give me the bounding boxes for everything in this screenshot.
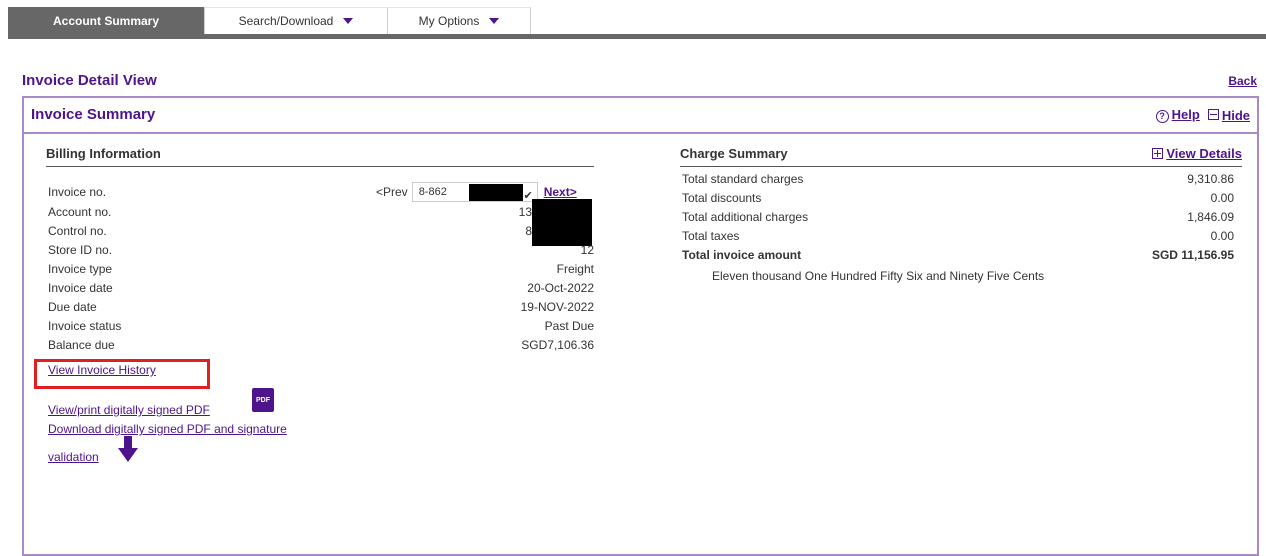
- billing-row-value: 12: [580, 243, 594, 257]
- view-print-pdf-link[interactable]: View/print digitally signed PDF: [48, 403, 210, 417]
- download-pdf-wrapper: Download digitally signed PDF and signat…: [48, 422, 287, 436]
- charge-row-label: Total discounts: [682, 191, 762, 205]
- billing-information-title: Billing Information: [46, 146, 594, 167]
- redaction-box: [532, 199, 592, 223]
- billing-information-section: Billing Information Invoice no. <Prev 8-…: [34, 146, 594, 464]
- billing-row-label: Invoice type: [48, 262, 113, 276]
- invoice-number-row: Invoice no. <Prev 8-862 ✔ Next>: [46, 181, 594, 203]
- billing-row-label: Control no.: [48, 224, 107, 238]
- billing-row-value: 8: [525, 224, 532, 238]
- view-pdf-wrapper: View/print digitally signed PDF: [48, 403, 210, 417]
- prev-invoice-link[interactable]: <Prev: [376, 181, 408, 203]
- caret-down-icon: [489, 18, 500, 24]
- billing-row-invoice-status: Invoice status Past Due: [46, 317, 594, 336]
- top-navigation: Account Summary Search/Download My Optio…: [8, 7, 1266, 39]
- hide-action[interactable]: Hide: [1207, 108, 1250, 123]
- billing-row-label: Store ID no.: [48, 243, 113, 257]
- charge-row-label: Total standard charges: [682, 172, 804, 186]
- page-title: Invoice Detail View: [22, 72, 157, 89]
- charge-row-value: 1,846.09: [1187, 210, 1234, 224]
- view-details-action[interactable]: View Details: [1152, 146, 1242, 161]
- charge-row: Total standard charges 9,310.86: [680, 170, 1242, 189]
- billing-row-invoice-date: Invoice date 20-Oct-2022: [46, 279, 594, 298]
- charge-row: Total additional charges 1,846.09: [680, 208, 1242, 227]
- charge-total-row: Total invoice amount SGD 11,156.95: [680, 246, 1242, 265]
- charge-total-label: Total invoice amount: [682, 248, 802, 262]
- billing-row-value: 19-NOV-2022: [520, 300, 594, 314]
- panel-header: Invoice Summary ? Help Hide: [24, 98, 1257, 134]
- billing-rows: Account no. 13 Control no. 8 Store ID no…: [46, 199, 594, 355]
- download-arrow-icon[interactable]: [118, 436, 138, 462]
- invoice-number-label: Invoice no.: [48, 185, 107, 199]
- billing-row-label: Due date: [48, 300, 97, 314]
- billing-row-value: Past Due: [544, 319, 594, 333]
- invoice-number-value: 8-862: [418, 186, 447, 198]
- help-action[interactable]: ? Help: [1155, 107, 1200, 123]
- download-pdf-link-continued[interactable]: validation: [48, 450, 99, 464]
- view-details-link[interactable]: View Details: [1166, 146, 1242, 161]
- billing-row-invoice-type: Invoice type Freight: [46, 260, 594, 279]
- highlight-box: [34, 359, 210, 389]
- tab-search-download-label: Search/Download: [238, 14, 334, 28]
- panel-actions: ? Help Hide: [1155, 107, 1250, 123]
- pdf-icon-label: PDF: [256, 396, 270, 404]
- billing-row-balance-due: Balance due SGD7,106.36: [46, 336, 594, 355]
- charge-summary-section: Charge Summary View Details Total standa…: [680, 146, 1242, 286]
- charge-row-value: 9,310.86: [1187, 172, 1234, 186]
- charge-summary-title: Charge Summary: [680, 146, 788, 161]
- charge-total-value: SGD 11,156.95: [1151, 248, 1234, 262]
- download-pdf-link[interactable]: Download digitally signed PDF and signat…: [48, 422, 287, 436]
- tab-my-options-label: My Options: [418, 14, 480, 28]
- charge-row-value: 0.00: [1210, 229, 1234, 243]
- billing-row-due-date: Due date 19-NOV-2022: [46, 298, 594, 317]
- billing-row-label: Invoice status: [48, 319, 122, 333]
- billing-row-store-id: Store ID no. 12: [46, 241, 594, 260]
- charge-summary-header: Charge Summary View Details: [680, 146, 1242, 167]
- tab-search-download[interactable]: Search/Download: [204, 7, 388, 34]
- help-link[interactable]: Help: [1172, 107, 1200, 122]
- charge-rows: Total standard charges 9,310.86 Total di…: [680, 170, 1242, 265]
- panel-title: Invoice Summary: [31, 106, 156, 123]
- charge-row-label: Total additional charges: [682, 210, 809, 224]
- tab-account-summary-label: Account Summary: [52, 13, 160, 28]
- billing-row-account: Account no. 13: [46, 199, 594, 223]
- amount-in-words: Eleven thousand One Hundred Fifty Six an…: [712, 269, 1045, 283]
- pdf-icon[interactable]: PDF: [252, 388, 274, 412]
- redaction-box: [468, 184, 523, 201]
- charge-row: Total taxes 0.00: [680, 227, 1242, 246]
- collapse-icon: [1207, 108, 1219, 120]
- charge-row-value: 0.00: [1210, 191, 1234, 205]
- billing-row-label: Account no.: [48, 205, 112, 219]
- invoice-number-select[interactable]: 8-862 ✔: [411, 182, 538, 202]
- charge-row-label: Total taxes: [682, 229, 740, 243]
- billing-row-control: Control no. 8: [46, 222, 594, 246]
- billing-row-label: Balance due: [48, 338, 115, 352]
- billing-row-value: Freight: [556, 262, 594, 276]
- charge-row: Total discounts 0.00: [680, 189, 1242, 208]
- help-icon: ?: [1155, 110, 1169, 123]
- hide-link[interactable]: Hide: [1222, 108, 1250, 123]
- tab-account-summary[interactable]: Account Summary: [8, 7, 204, 34]
- download-pdf-wrapper-2: validation: [48, 450, 99, 464]
- billing-row-value: 13: [518, 205, 532, 219]
- nav-underline-bar: [8, 34, 1266, 39]
- expand-icon: [1152, 148, 1164, 159]
- invoice-summary-panel: Invoice Summary ? Help Hide Billing Infor…: [22, 96, 1259, 556]
- caret-down-icon: [343, 18, 354, 24]
- tab-my-options[interactable]: My Options: [388, 7, 531, 34]
- billing-row-value: 20-Oct-2022: [527, 281, 594, 295]
- billing-row-value: SGD7,106.36: [521, 338, 594, 352]
- billing-row-label: Invoice date: [48, 281, 113, 295]
- back-link[interactable]: Back: [1228, 74, 1257, 88]
